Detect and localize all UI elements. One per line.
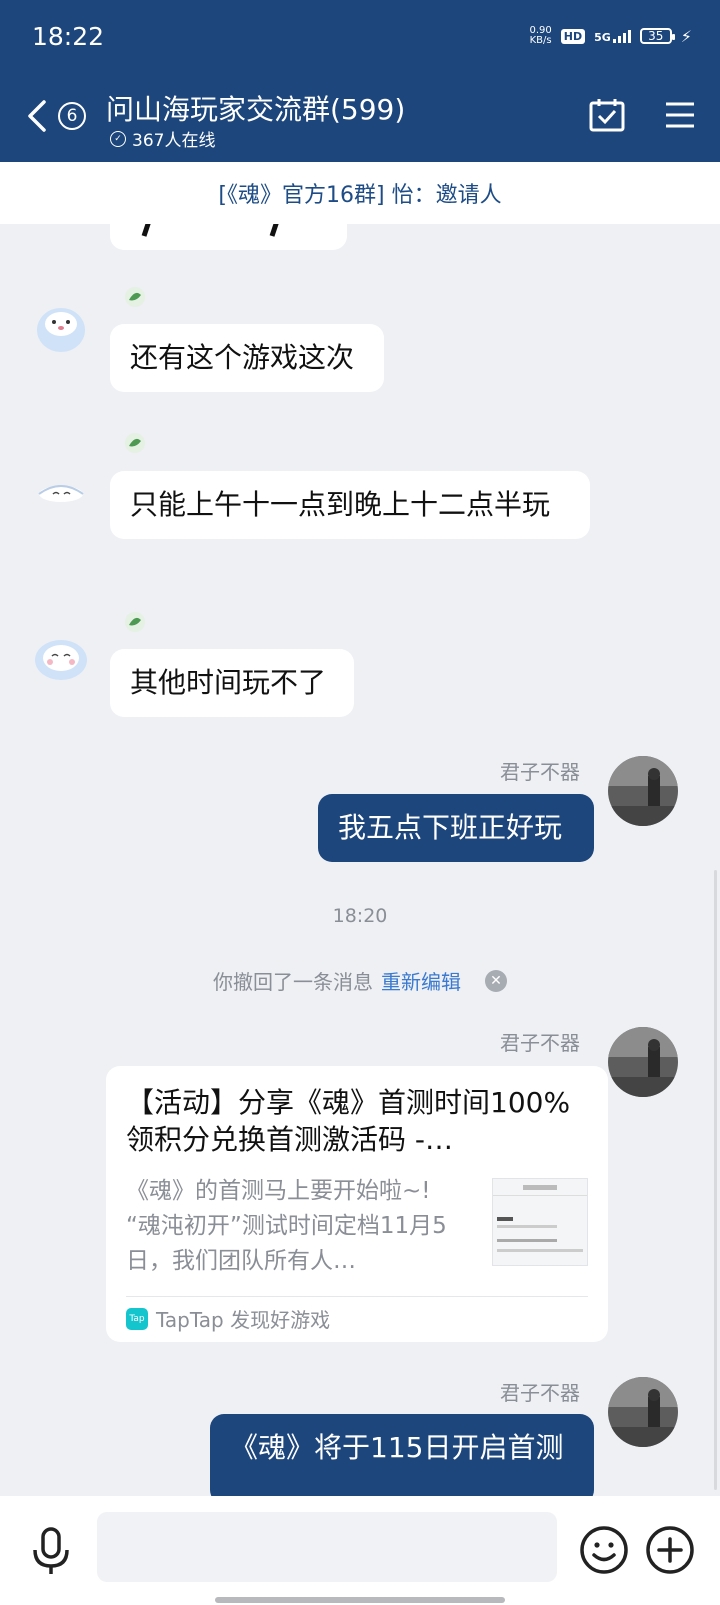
my-avatar[interactable] (608, 756, 678, 826)
re-edit-link[interactable]: 重新编辑 (381, 966, 461, 995)
unread-count-badge[interactable]: 6 (58, 102, 86, 130)
member-avatar[interactable] (26, 464, 96, 534)
status-time: 18:22 (32, 22, 105, 51)
shared-link-card[interactable]: 【活动】分享《魂》首测时间100%领积分兑换首测激活码 -… 《魂》的首测马上要… (106, 1066, 608, 1342)
status-icons: 0.90 KB/s HD 5G 35 ⚡ (529, 26, 692, 46)
member-level-icon (125, 287, 145, 307)
plus-icon[interactable] (644, 1524, 696, 1576)
menu-icon[interactable] (664, 100, 696, 130)
charging-icon: ⚡ (680, 26, 692, 46)
member-avatar[interactable] (26, 294, 96, 364)
battery-icon: 35 (639, 28, 675, 44)
message-bubble[interactable]: 《魂》将于115日开启首测 (210, 1414, 594, 1496)
my-name: 君子不器 (500, 1381, 580, 1405)
message-bubble[interactable]: 其他时间玩不了 (110, 649, 354, 717)
emoji-icon[interactable] (578, 1524, 630, 1576)
my-name: 君子不器 (500, 760, 580, 784)
pinned-notice[interactable]: [《魂》官方16群] 怡：邀请人 (0, 162, 720, 224)
my-avatar[interactable] (608, 1027, 678, 1097)
hd-icon: HD (560, 28, 586, 44)
taptap-logo-icon: Tap (126, 1307, 148, 1330)
recall-notice: 你撤回了一条消息 重新编辑 ✕ (0, 966, 720, 995)
message-input[interactable] (97, 1512, 557, 1582)
my-name: 君子不器 (500, 1031, 580, 1055)
member-level-icon (125, 612, 145, 632)
message-bubble[interactable]: 只能上午十一点到晚上十二点半玩 (110, 471, 590, 539)
scrollbar[interactable] (714, 870, 717, 1490)
chat-header: 18:22 0.90 KB/s HD 5G 35 ⚡ 6 问山海玩家交流群(59… (0, 0, 720, 162)
microphone-icon[interactable] (30, 1526, 72, 1576)
group-title[interactable]: 问山海玩家交流群(599) (106, 88, 405, 128)
time-divider: 18:20 (332, 905, 388, 927)
online-check-icon: ✓ (110, 130, 126, 147)
close-icon[interactable]: ✕ (485, 969, 507, 992)
home-indicator[interactable] (215, 1597, 505, 1603)
signal-icon: 5G (594, 29, 631, 43)
calendar-check-icon[interactable] (588, 96, 626, 134)
card-divider (126, 1296, 588, 1297)
back-icon[interactable] (24, 96, 50, 136)
recall-text: 你撤回了一条消息 (213, 970, 373, 994)
card-title: 【活动】分享《魂》首测时间100%领积分兑换首测激活码 -… (126, 1086, 571, 1156)
message-bubble[interactable]: 我五点下班正好玩 (318, 794, 594, 862)
member-avatar[interactable] (26, 624, 96, 694)
message-bubble[interactable]: 还有这个游戏这次 (110, 324, 384, 392)
card-description: 《魂》的首测马上要开始啦~! “魂沌初开”测试时间定档11月5日，我们团队所有人… (126, 1178, 447, 1274)
chat-message-list[interactable]: 还有这个游戏这次 只能上午十一点到晚上十二点半玩 其他时间玩不了 君子不器 我五… (0, 224, 720, 1496)
member-level-icon (125, 433, 145, 453)
my-avatar[interactable] (608, 1377, 678, 1447)
image-message[interactable] (110, 224, 347, 250)
image-fragment (141, 224, 279, 237)
network-speed: 0.90 KB/s (529, 25, 552, 46)
input-bar (0, 1496, 720, 1605)
card-thumbnail (492, 1178, 588, 1266)
card-source: Tap TapTap 发现好游戏 (126, 1304, 330, 1333)
online-count: ✓ 367人在线 (110, 126, 215, 151)
